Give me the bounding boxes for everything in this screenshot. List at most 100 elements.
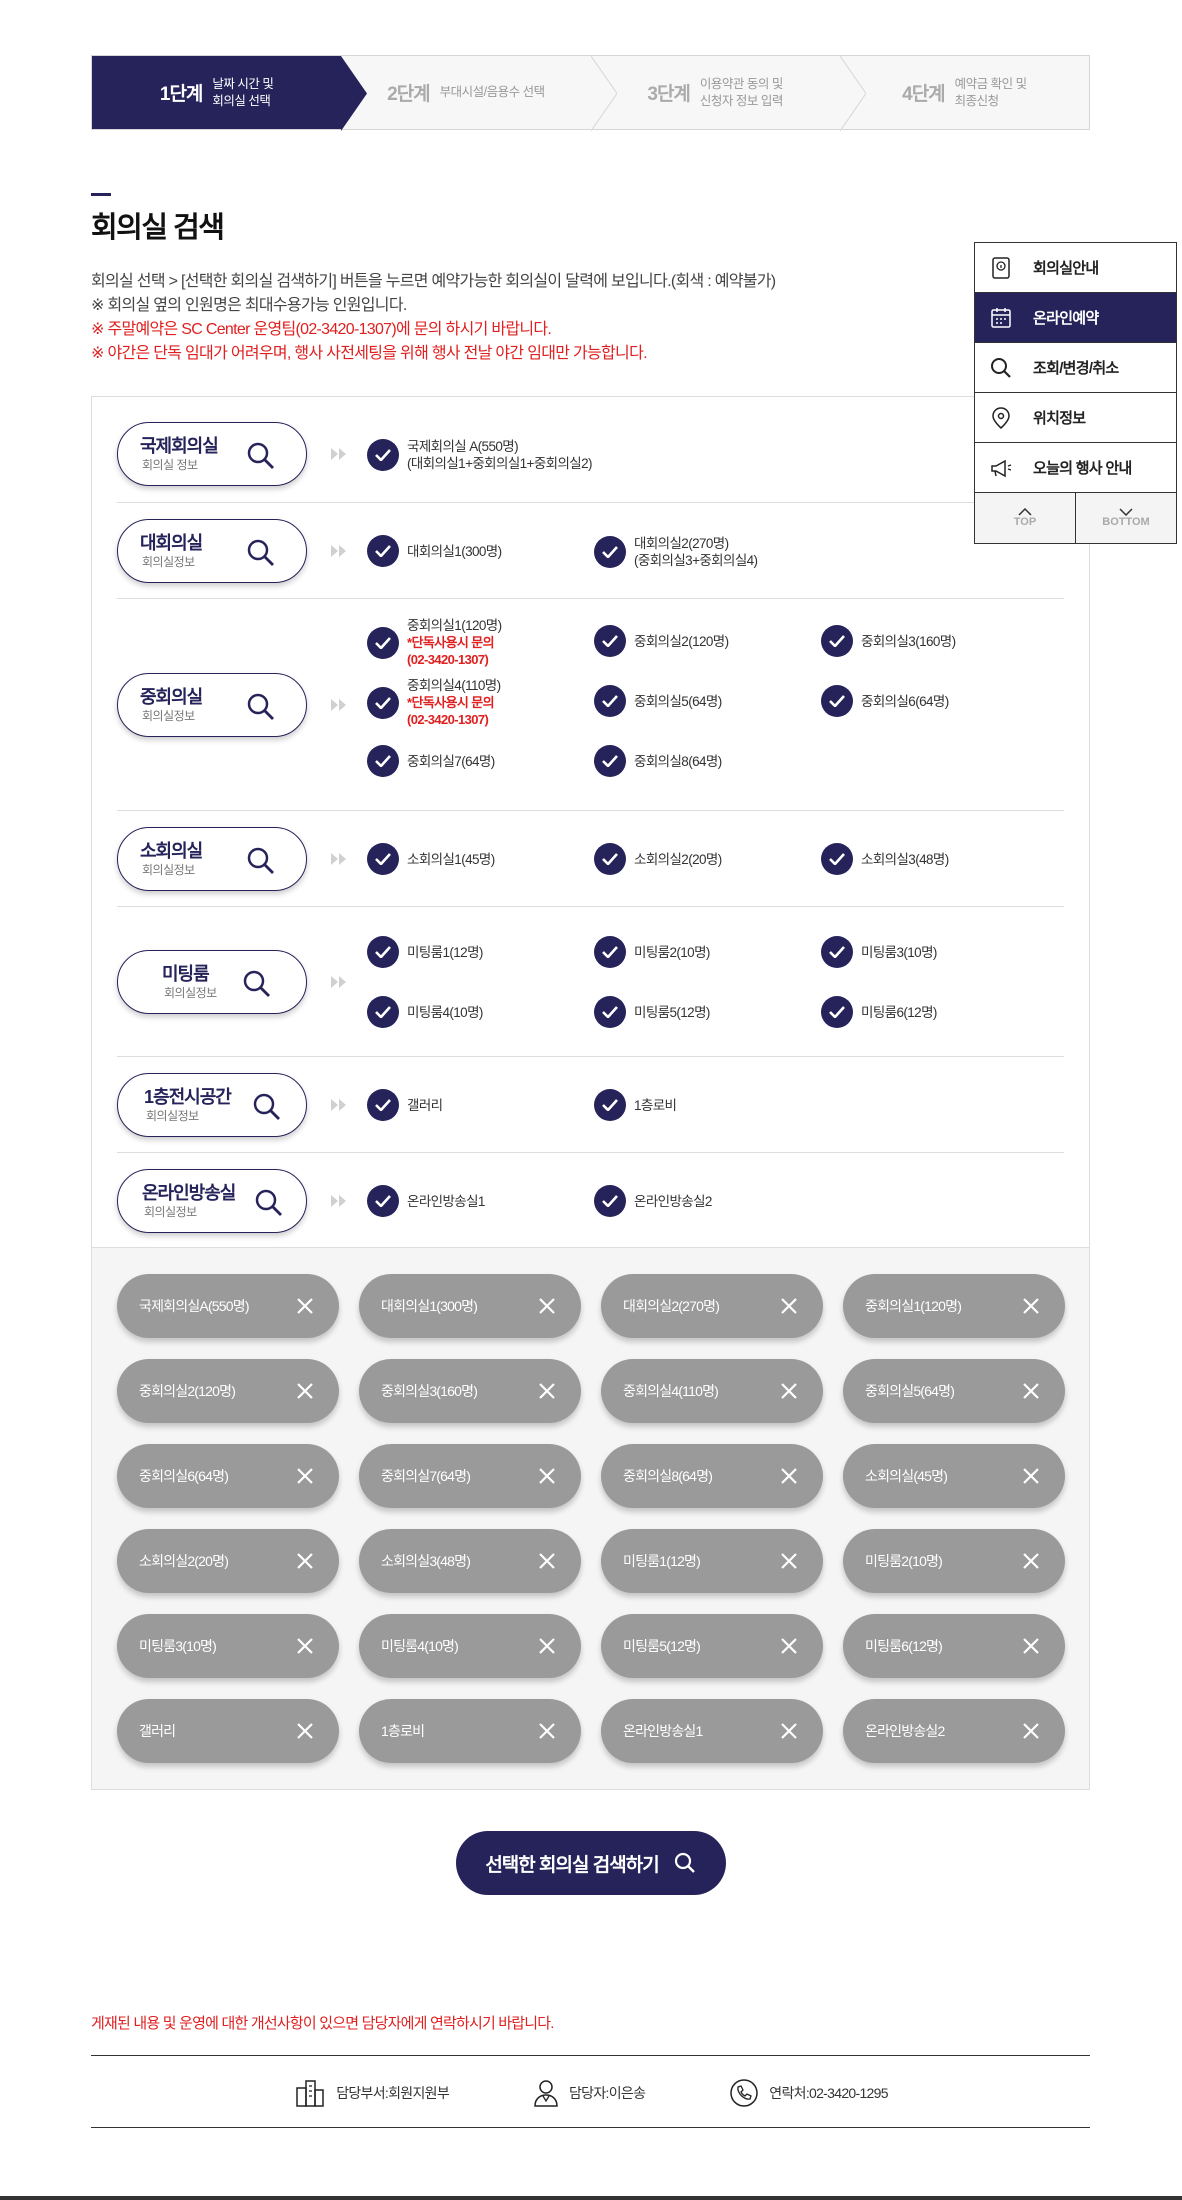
selected-room-tag[interactable]: 대회의실2(270명) [601,1274,823,1338]
room-checkbox[interactable]: 소회의실1(45명) [367,843,495,875]
room-checkbox[interactable]: 소회의실3(48명) [821,843,949,875]
double-arrow-icon [331,1195,346,1207]
buildings-icon [296,2080,324,2107]
quick-menu-today-events[interactable]: 오늘의 행사 안내 [975,443,1176,493]
close-icon[interactable] [295,1466,315,1486]
search-selected-rooms-button[interactable]: 선택한 회의실 검색하기 [456,1831,726,1895]
close-icon[interactable] [295,1551,315,1571]
selected-room-tag[interactable]: 중회의실2(120명) [117,1359,339,1423]
close-icon[interactable] [295,1636,315,1656]
category-button-meeting[interactable]: 미팅룸 회의실정보 [117,950,307,1014]
quick-menu-online-reservation[interactable]: 온라인예약 [975,293,1176,343]
category-button-international[interactable]: 국제회의실 회의실 정보 [117,422,307,486]
room-label: 국제회의실 A(550명) [407,439,519,454]
step-3: 3단계 이용약관 동의 및 신청자 정보 입력 [591,56,866,131]
room-checkbox[interactable]: 미팅룸5(12명) [594,996,710,1028]
close-icon[interactable] [1021,1466,1041,1486]
category-button-medium[interactable]: 중회의실 회의실정보 [117,673,307,737]
room-checkbox[interactable]: 미팅룸1(12명) [367,936,483,968]
room-checkbox[interactable]: 중회의실4(110명) *단독사용시 문의 (02-3420-1307) [367,677,501,728]
room-checkbox[interactable]: 대회의실2(270명) (중회의실3+중회의실4) [594,535,758,569]
category-button-broadcast[interactable]: 온라인방송실 회의실정보 [117,1169,307,1233]
room-checkbox[interactable]: 소회의실2(20명) [594,843,722,875]
selected-room-tag[interactable]: 소회의실(45명) [843,1444,1065,1508]
selected-room-tag[interactable]: 중회의실1(120명) [843,1274,1065,1338]
category-button-large[interactable]: 대회의실 회의실정보 [117,519,307,583]
quick-menu-label: 위치정보 [1033,410,1086,427]
selected-room-tag[interactable]: 중회의실4(110명) [601,1359,823,1423]
quick-menu-location[interactable]: 위치정보 [975,393,1176,443]
close-icon[interactable] [779,1296,799,1316]
checkmark-icon [594,936,626,968]
close-icon[interactable] [295,1296,315,1316]
close-icon[interactable] [537,1466,557,1486]
room-checkbox[interactable]: 미팅룸3(10명) [821,936,937,968]
room-checkbox[interactable]: 미팅룸4(10명) [367,996,483,1028]
scroll-bottom-button[interactable]: BOTTOM [1076,493,1176,543]
selected-room-tag[interactable]: 대회의실1(300명) [359,1274,581,1338]
selected-room-tag[interactable]: 소회의실2(20명) [117,1529,339,1593]
scroll-top-button[interactable]: TOP [975,493,1076,543]
quick-menu-room-info[interactable]: 회의실안내 [975,243,1176,293]
room-selection-box: 국제회의실 회의실 정보 국제회의실 A(550명) (대회의실1+중회의실1+중… [91,396,1090,1790]
selected-room-tag[interactable]: 미팅룸1(12명) [601,1529,823,1593]
close-icon[interactable] [295,1721,315,1741]
close-icon[interactable] [537,1381,557,1401]
category-row-broadcast: 온라인방송실 회의실정보 온라인방송실1 온라인방송실2 [117,1153,1064,1247]
room-checkbox[interactable]: 중회의실7(64명) [367,745,495,777]
selected-room-tag[interactable]: 온라인방송실2 [843,1699,1065,1763]
quick-menu-label: 회의실안내 [1033,260,1099,277]
close-icon[interactable] [295,1381,315,1401]
room-checkbox[interactable]: 중회의실2(120명) [594,625,729,657]
close-icon[interactable] [1021,1721,1041,1741]
category-row-international: 국제회의실 회의실 정보 국제회의실 A(550명) (대회의실1+중회의실1+중… [117,397,1064,503]
close-icon[interactable] [1021,1296,1041,1316]
selected-room-tag[interactable]: 미팅룸5(12명) [601,1614,823,1678]
room-checkbox[interactable]: 온라인방송실1 [367,1185,485,1217]
quick-menu-lookup[interactable]: 조회/변경/취소 [975,343,1176,393]
room-checkbox[interactable]: 중회의실8(64명) [594,745,722,777]
room-checkbox[interactable]: 중회의실3(160명) [821,625,956,657]
category-button-exhibition[interactable]: 1층전시공간 회의실정보 [117,1073,307,1137]
selected-room-tag[interactable]: 중회의실5(64명) [843,1359,1065,1423]
close-icon[interactable] [779,1721,799,1741]
close-icon[interactable] [1021,1551,1041,1571]
room-checkbox[interactable]: 미팅룸2(10명) [594,936,710,968]
selected-room-tag[interactable]: 중회의실6(64명) [117,1444,339,1508]
close-icon[interactable] [1021,1636,1041,1656]
selected-room-tag[interactable]: 미팅룸4(10명) [359,1614,581,1678]
selected-room-tag[interactable]: 온라인방송실1 [601,1699,823,1763]
selected-room-tag[interactable]: 국제회의실A(550명) [117,1274,339,1338]
close-icon[interactable] [537,1551,557,1571]
room-checkbox[interactable]: 중회의실6(64명) [821,685,949,717]
selected-room-tag[interactable]: 미팅룸6(12명) [843,1614,1065,1678]
selected-room-tag[interactable]: 갤러리 [117,1699,339,1763]
checkmark-icon [594,843,626,875]
selected-room-tag[interactable]: 중회의실3(160명) [359,1359,581,1423]
room-checkbox[interactable]: 갤러리 [367,1089,443,1121]
close-icon[interactable] [537,1636,557,1656]
quick-menu-label: 조회/변경/취소 [1033,360,1119,377]
room-checkbox[interactable]: 대회의실1(300명) [367,535,502,567]
close-icon[interactable] [1021,1381,1041,1401]
selected-room-tag[interactable]: 중회의실8(64명) [601,1444,823,1508]
close-icon[interactable] [779,1381,799,1401]
selected-room-tag[interactable]: 중회의실7(64명) [359,1444,581,1508]
category-button-small[interactable]: 소회의실 회의실정보 [117,827,307,891]
search-icon [255,1189,282,1216]
close-icon[interactable] [779,1466,799,1486]
room-checkbox[interactable]: 중회의실1(120명) *단독사용시 문의 (02-3420-1307) [367,617,502,668]
selected-room-tag[interactable]: 소회의실3(48명) [359,1529,581,1593]
selected-room-tag[interactable]: 미팅룸3(10명) [117,1614,339,1678]
close-icon[interactable] [537,1721,557,1741]
selected-room-tag[interactable]: 미팅룸2(10명) [843,1529,1065,1593]
close-icon[interactable] [779,1636,799,1656]
room-checkbox[interactable]: 미팅룸6(12명) [821,996,937,1028]
room-checkbox[interactable]: 중회의실5(64명) [594,685,722,717]
close-icon[interactable] [537,1296,557,1316]
room-checkbox[interactable]: 국제회의실 A(550명) (대회의실1+중회의실1+중회의실2) [367,438,593,472]
close-icon[interactable] [779,1551,799,1571]
selected-room-tag[interactable]: 1층로비 [359,1699,581,1763]
room-checkbox[interactable]: 온라인방송실2 [594,1185,712,1217]
room-checkbox[interactable]: 1층로비 [594,1089,677,1121]
